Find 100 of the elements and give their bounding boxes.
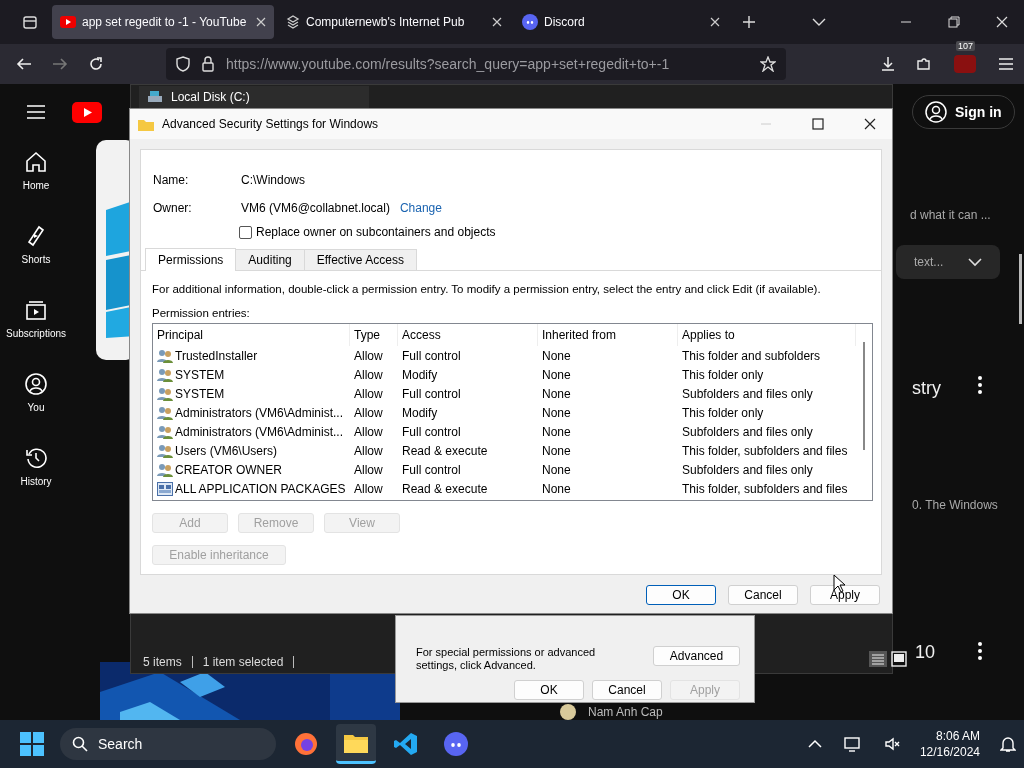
permission-row[interactable]: SYSTEM Allow Modify None This folder only [153, 365, 872, 384]
table-cell-text: Read & execute [401, 443, 489, 458]
table-cell-text: Allow [353, 462, 384, 477]
permission-row[interactable]: ALL APPLICATION PACKAGES Allow Read & execute None This folder, subfolders and files [153, 479, 872, 498]
video-description: d what it can ... [910, 208, 991, 222]
advanced-button[interactable]: Advanced [653, 646, 740, 666]
video-title[interactable]: 10 [915, 642, 936, 663]
sidebar-item[interactable]: Subscriptions [0, 298, 72, 372]
table-cell-text: Allow [353, 443, 384, 458]
permission-row[interactable]: Administrators (VM6\Administ... Allow Modify None This folder only [153, 403, 872, 422]
forward-icon[interactable] [52, 56, 68, 72]
table-cell-text: Modify [401, 405, 439, 420]
dialog-tab[interactable]: Permissions [145, 248, 237, 271]
principal-cell: SYSTEM [175, 386, 225, 401]
users-icon [157, 386, 173, 401]
account-icon [24, 372, 48, 396]
column-header[interactable]: Inherited from [538, 324, 678, 346]
chevron-up-icon[interactable] [807, 739, 822, 749]
table-cell-text: Read & execute [401, 481, 489, 496]
maximize-icon[interactable] [812, 118, 824, 130]
permission-row[interactable]: TrustedInstaller Allow Full control None This folder and subfolders [153, 346, 872, 365]
column-header[interactable]: Type [350, 324, 398, 346]
table-cell-text: Full control [401, 348, 462, 363]
tab-list-icon[interactable] [22, 14, 38, 30]
more-icon[interactable] [977, 376, 983, 394]
sidebar-item[interactable]: You [0, 372, 72, 446]
table-cell-text: None [541, 462, 572, 477]
home-icon [24, 150, 48, 174]
bell-icon[interactable] [1000, 735, 1016, 753]
more-icon[interactable] [977, 642, 983, 660]
principal-cell: TrustedInstaller [175, 348, 258, 363]
field-value: C:\Windows [241, 173, 305, 187]
start-icon[interactable] [20, 732, 44, 756]
column-header[interactable]: Applies to [678, 324, 856, 346]
sign-in-button[interactable]: Sign in [912, 95, 1015, 129]
back-icon[interactable] [16, 56, 32, 72]
users-icon [157, 443, 173, 458]
column-header[interactable]: Access [398, 324, 538, 346]
permission-row[interactable]: Administrators (VM6\Administ... Allow Full control None Subfolders and files only [153, 422, 872, 441]
transcript-dropdown[interactable]: text... [896, 245, 1000, 279]
sidebar-item[interactable]: Shorts [0, 224, 72, 298]
dialog-tab[interactable]: Effective Access [303, 249, 417, 270]
folder-icon [138, 117, 154, 131]
hint-text: For special permissions or advanced settings, click Advanced. [416, 646, 597, 672]
sidebar-item[interactable]: Home [0, 150, 72, 224]
plus-icon[interactable] [742, 15, 756, 29]
browser-tab[interactable]: Discord [514, 5, 728, 39]
column-header[interactable]: Principal [153, 324, 350, 346]
info-text: For additional information, double-click a permission entry. To modify a permission entry, select the entry and click Edit (if available). [152, 283, 822, 295]
status-text: 1 item selected [202, 655, 284, 669]
star-icon[interactable] [760, 56, 776, 72]
speaker-muted-icon[interactable] [883, 736, 900, 752]
sidebar-item[interactable]: History [0, 446, 72, 520]
dialog-button[interactable]: Cancel [592, 680, 662, 700]
table-cell-text: Allow [353, 386, 384, 401]
table-cell-text: Allow [353, 348, 384, 363]
table-cell-text: This folder, subfolders and files [681, 481, 849, 496]
change-link[interactable]: Change [399, 201, 442, 215]
dialog-tab[interactable]: Auditing [235, 249, 305, 270]
field-value: VM6 (VM6@collabnet.local) [241, 201, 390, 215]
puzzle-icon[interactable] [916, 56, 932, 72]
scrollbar-thumb[interactable] [863, 342, 865, 450]
replace-owner-checkbox[interactable]: Replace owner on subcontainers and objects [239, 222, 881, 242]
users-icon [157, 367, 173, 382]
browser-tab[interactable]: app set regedit to -1 - YouTube [52, 5, 274, 39]
reload-icon[interactable] [88, 56, 104, 72]
discord-icon [522, 14, 538, 30]
close-icon[interactable] [864, 118, 876, 130]
taskbar-app[interactable] [336, 724, 376, 764]
dialog-button[interactable]: Apply [810, 585, 880, 605]
channel-name[interactable]: Nam Anh Cap [588, 705, 663, 719]
table-cell-text: None [541, 443, 572, 458]
table-cell-text: Subfolders and files only [681, 386, 814, 401]
users-icon [157, 462, 173, 477]
menu-icon[interactable] [998, 57, 1014, 71]
stack-icon [286, 15, 300, 29]
dialog-button[interactable]: OK [646, 585, 716, 605]
tiles-view-icon[interactable] [891, 651, 907, 667]
clock[interactable]: 8:06 AM 12/16/2024 [919, 728, 980, 760]
explorer-tab[interactable]: Local Disk (C:) [139, 86, 369, 108]
chevron-down-icon[interactable] [812, 17, 826, 27]
drive-icon [147, 90, 163, 104]
address-bar[interactable]: https://www.youtube.com/results?search_query=app+set+regedit+to+-1 [166, 48, 786, 80]
dialog-button[interactable]: Cancel [728, 585, 798, 605]
permission-row[interactable]: SYSTEM Allow Full control None Subfolders and files only [153, 384, 872, 403]
scrollbar-thumb[interactable] [1019, 254, 1022, 324]
permission-row[interactable]: Users (VM6\Users) Allow Read & execute None This folder, subfolders and files [153, 441, 872, 460]
users-icon [157, 424, 173, 439]
browser-tab[interactable]: Computernewb's Internet Pub [278, 5, 510, 39]
table-cell-text: None [541, 348, 572, 363]
search-field[interactable]: Search [60, 728, 276, 760]
video-title[interactable]: stry [912, 378, 941, 399]
download-icon[interactable] [880, 56, 896, 72]
restore-icon[interactable] [948, 16, 960, 28]
dialog-button[interactable]: OK [514, 680, 584, 700]
table-cell-text: None [541, 424, 572, 439]
permission-row[interactable]: CREATOR OWNER Allow Full control None Subfolders and files only [153, 460, 872, 479]
network-icon[interactable] [843, 736, 862, 752]
chevron-down-icon [968, 257, 982, 267]
table-cell-text: None [541, 481, 572, 496]
